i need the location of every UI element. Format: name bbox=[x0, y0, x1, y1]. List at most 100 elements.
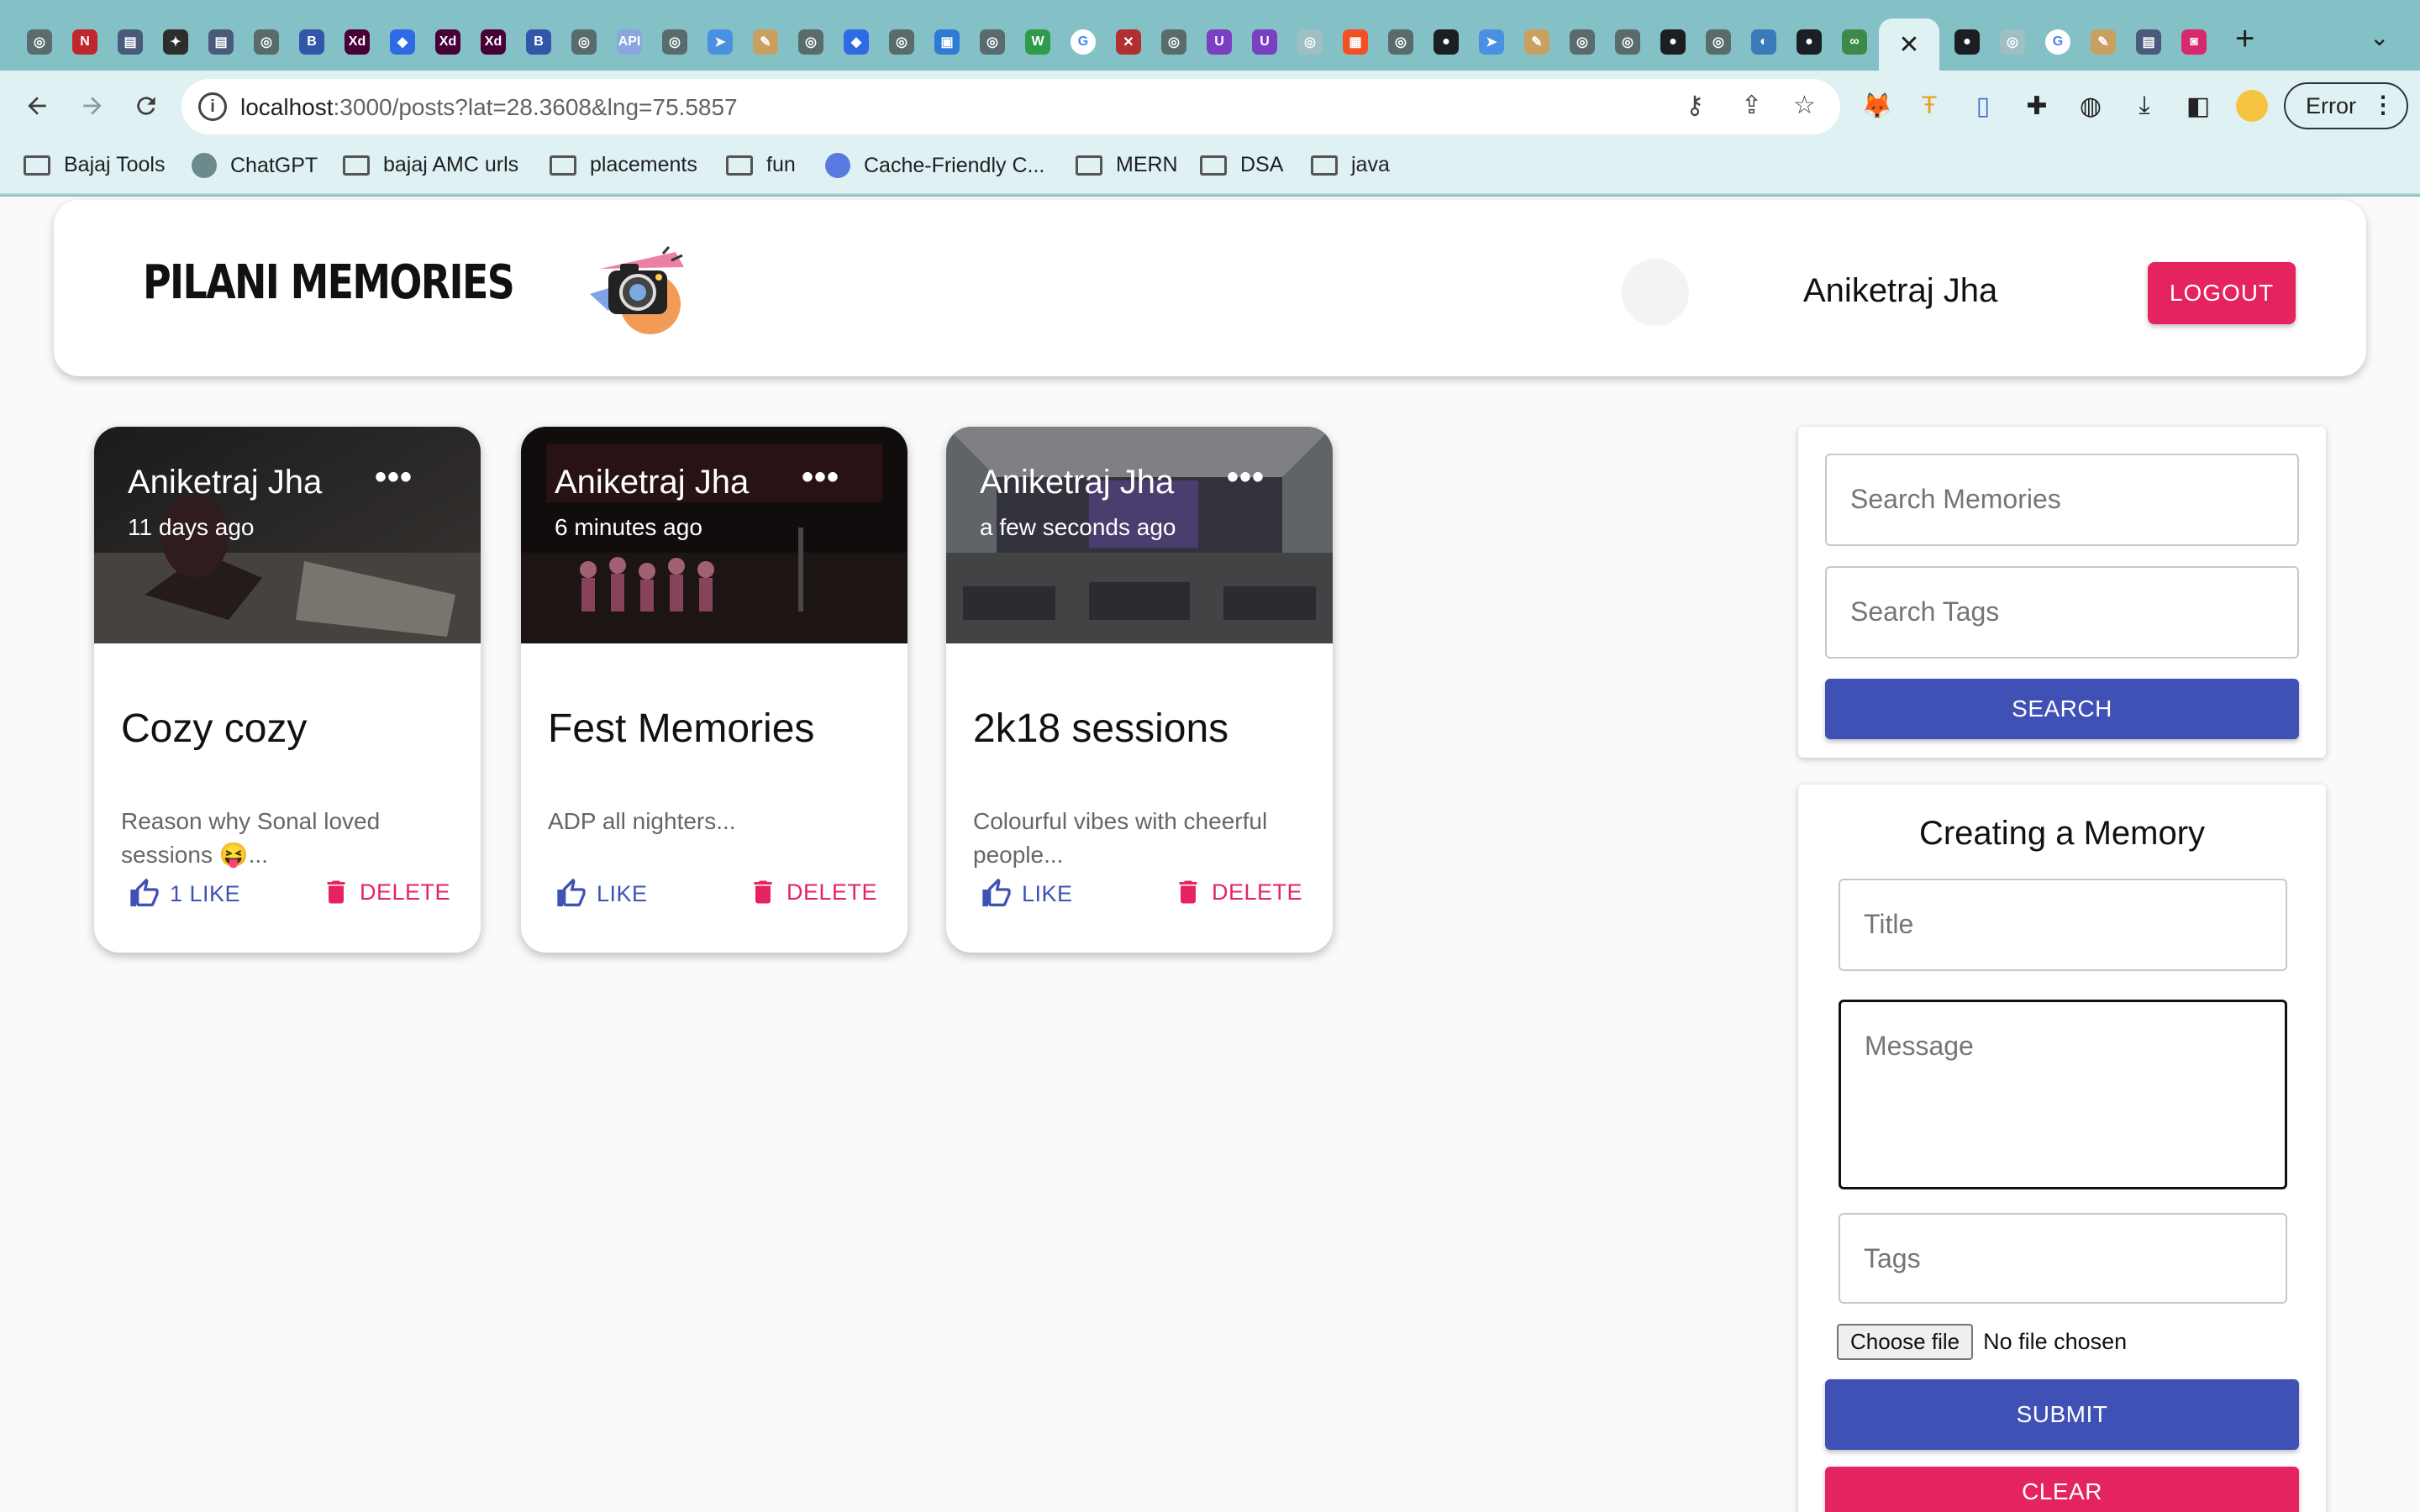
browser-tab[interactable]: ◆ bbox=[834, 18, 879, 66]
browser-tab[interactable]: ◎ bbox=[1287, 18, 1333, 66]
more-options-icon[interactable]: ••• bbox=[375, 459, 413, 496]
metamask-extension-icon[interactable]: 🦊 bbox=[1855, 84, 1899, 128]
choose-file-button[interactable]: Choose file bbox=[1837, 1324, 1974, 1360]
browser-tab[interactable]: ◎ bbox=[879, 18, 924, 66]
yellow-extension-icon[interactable]: Ŧ bbox=[1907, 84, 1951, 128]
site-info-icon[interactable]: i bbox=[198, 92, 227, 121]
browser-tab[interactable]: ◐ bbox=[1741, 18, 1786, 66]
browser-tab[interactable]: ✎ bbox=[743, 18, 788, 66]
bookmark-item[interactable]: java bbox=[1311, 153, 1390, 177]
browser-tab[interactable]: N bbox=[62, 18, 108, 66]
browser-tab[interactable]: ◎ bbox=[970, 18, 1015, 66]
share-icon[interactable]: ⇪ bbox=[1741, 91, 1762, 120]
browser-tab[interactable]: ● bbox=[1786, 18, 1832, 66]
browser-tab[interactable]: ◎ bbox=[788, 18, 834, 66]
more-options-icon[interactable]: ••• bbox=[802, 459, 839, 496]
browser-tab[interactable]: ◎ bbox=[652, 18, 697, 66]
browser-tab[interactable]: ▦ bbox=[1333, 18, 1378, 66]
close-tab-icon[interactable]: ✕ bbox=[1898, 30, 1919, 60]
browser-tab[interactable]: ➤ bbox=[697, 18, 743, 66]
browser-tab[interactable]: B bbox=[289, 18, 334, 66]
browser-tab[interactable]: ➤ bbox=[1469, 18, 1514, 66]
bookmark-star-icon[interactable]: ☆ bbox=[1793, 91, 1816, 120]
brand-title[interactable]: PILANI MEMORIES bbox=[143, 255, 515, 310]
more-options-icon[interactable]: ••• bbox=[1227, 459, 1265, 496]
search-tags-input[interactable] bbox=[1850, 596, 2253, 627]
browser-tab[interactable]: ◙ bbox=[2171, 18, 2217, 66]
tags-field[interactable] bbox=[1839, 1213, 2287, 1304]
key-icon[interactable]: ⚷ bbox=[1686, 91, 1704, 120]
browser-tab[interactable]: G bbox=[2035, 18, 2081, 66]
delete-button[interactable]: DELETE bbox=[1173, 877, 1302, 907]
phone-extension-icon[interactable]: ▯ bbox=[1961, 84, 2005, 128]
tab-search-chevron-icon[interactable]: ⌄ bbox=[2370, 24, 2389, 51]
message-input[interactable] bbox=[1865, 1031, 2243, 1115]
clear-button[interactable]: CLEAR bbox=[1825, 1467, 2299, 1512]
profile-avatar-icon[interactable] bbox=[2230, 84, 2274, 128]
extensions-puzzle-icon[interactable]: ✚ bbox=[2015, 84, 2059, 128]
browser-tab[interactable]: ◎ bbox=[1560, 18, 1605, 66]
browser-tab[interactable]: Xd bbox=[425, 18, 471, 66]
reload-button[interactable] bbox=[124, 84, 168, 128]
like-button[interactable]: LIKE bbox=[980, 877, 1073, 911]
active-tab[interactable]: ✕ bbox=[1879, 18, 1939, 71]
browser-tab[interactable]: ▤ bbox=[2126, 18, 2171, 66]
browser-tab[interactable]: ● bbox=[1423, 18, 1469, 66]
browser-tab[interactable]: ✕ bbox=[1106, 18, 1151, 66]
address-bar[interactable]: i localhost:3000/posts?lat=28.3608&lng=7… bbox=[182, 79, 1840, 134]
browser-tab[interactable]: U bbox=[1197, 18, 1242, 66]
browser-tab[interactable]: ◆ bbox=[380, 18, 425, 66]
message-field[interactable] bbox=[1839, 1000, 2287, 1189]
tags-input[interactable] bbox=[1864, 1243, 2244, 1274]
user-avatar[interactable] bbox=[1622, 259, 1689, 326]
profile-error-pill[interactable]: Error ⋮ bbox=[2284, 82, 2408, 129]
search-button[interactable]: SEARCH bbox=[1825, 679, 2299, 739]
like-button[interactable]: LIKE bbox=[555, 877, 648, 911]
bookmark-item[interactable]: fun bbox=[726, 153, 796, 177]
browser-tab[interactable]: ◎ bbox=[17, 18, 62, 66]
browser-tab[interactable]: ◎ bbox=[1378, 18, 1423, 66]
download-icon[interactable]: ⤓ bbox=[2123, 84, 2166, 128]
delete-button[interactable]: DELETE bbox=[321, 877, 450, 907]
browser-tab[interactable]: ✦ bbox=[153, 18, 198, 66]
bookmark-item[interactable]: MERN bbox=[1076, 153, 1178, 177]
delete-button[interactable]: DELETE bbox=[748, 877, 877, 907]
browser-tab[interactable]: ✎ bbox=[2081, 18, 2126, 66]
browser-tab[interactable]: G bbox=[1060, 18, 1106, 66]
forward-button[interactable] bbox=[71, 84, 114, 128]
bookmark-item[interactable]: ChatGPT bbox=[192, 153, 318, 178]
bookmark-item[interactable]: placements bbox=[550, 153, 697, 177]
browser-tab[interactable]: ◎ bbox=[244, 18, 289, 66]
browser-tab[interactable]: ▤ bbox=[108, 18, 153, 66]
search-memories-input[interactable] bbox=[1850, 484, 2253, 515]
search-tags-field[interactable] bbox=[1825, 566, 2299, 659]
bookmark-item[interactable]: Bajaj Tools bbox=[24, 153, 165, 177]
logout-button[interactable]: LOGOUT bbox=[2148, 262, 2296, 324]
browser-tab[interactable]: ∞ bbox=[1832, 18, 1877, 66]
speedometer-extension-icon[interactable]: ◍ bbox=[2069, 84, 2112, 128]
like-button[interactable]: 1 LIKE bbox=[128, 877, 240, 911]
new-tab-plus-icon[interactable]: + bbox=[2235, 20, 2254, 58]
bookmark-item[interactable]: bajaj AMC urls bbox=[343, 153, 518, 177]
browser-tab[interactable]: API bbox=[607, 18, 652, 66]
browser-tab[interactable]: ◎ bbox=[561, 18, 607, 66]
bookmark-item[interactable]: DSA bbox=[1200, 153, 1283, 177]
browser-tab[interactable]: ◎ bbox=[1605, 18, 1650, 66]
browser-tab[interactable]: ◎ bbox=[1151, 18, 1197, 66]
bookmark-item[interactable]: Cache-Friendly C... bbox=[825, 153, 1044, 178]
back-button[interactable] bbox=[15, 84, 59, 128]
browser-tab[interactable]: ▣ bbox=[924, 18, 970, 66]
browser-tab[interactable]: Xd bbox=[334, 18, 380, 66]
browser-tab[interactable]: W bbox=[1015, 18, 1060, 66]
browser-tab[interactable]: ◎ bbox=[1696, 18, 1741, 66]
menu-kebab-icon[interactable]: ⋮ bbox=[2371, 91, 2395, 118]
browser-tab[interactable]: ✎ bbox=[1514, 18, 1560, 66]
browser-tab[interactable]: Xd bbox=[471, 18, 516, 66]
url-text[interactable]: localhost:3000/posts?lat=28.3608&lng=75.… bbox=[240, 94, 738, 121]
browser-tab[interactable]: B bbox=[516, 18, 561, 66]
search-memories-field[interactable] bbox=[1825, 454, 2299, 546]
browser-tab[interactable]: ● bbox=[1650, 18, 1696, 66]
browser-tab[interactable]: ● bbox=[1944, 18, 1990, 66]
browser-tab[interactable]: U bbox=[1242, 18, 1287, 66]
sidepanel-icon[interactable]: ◧ bbox=[2176, 84, 2220, 128]
